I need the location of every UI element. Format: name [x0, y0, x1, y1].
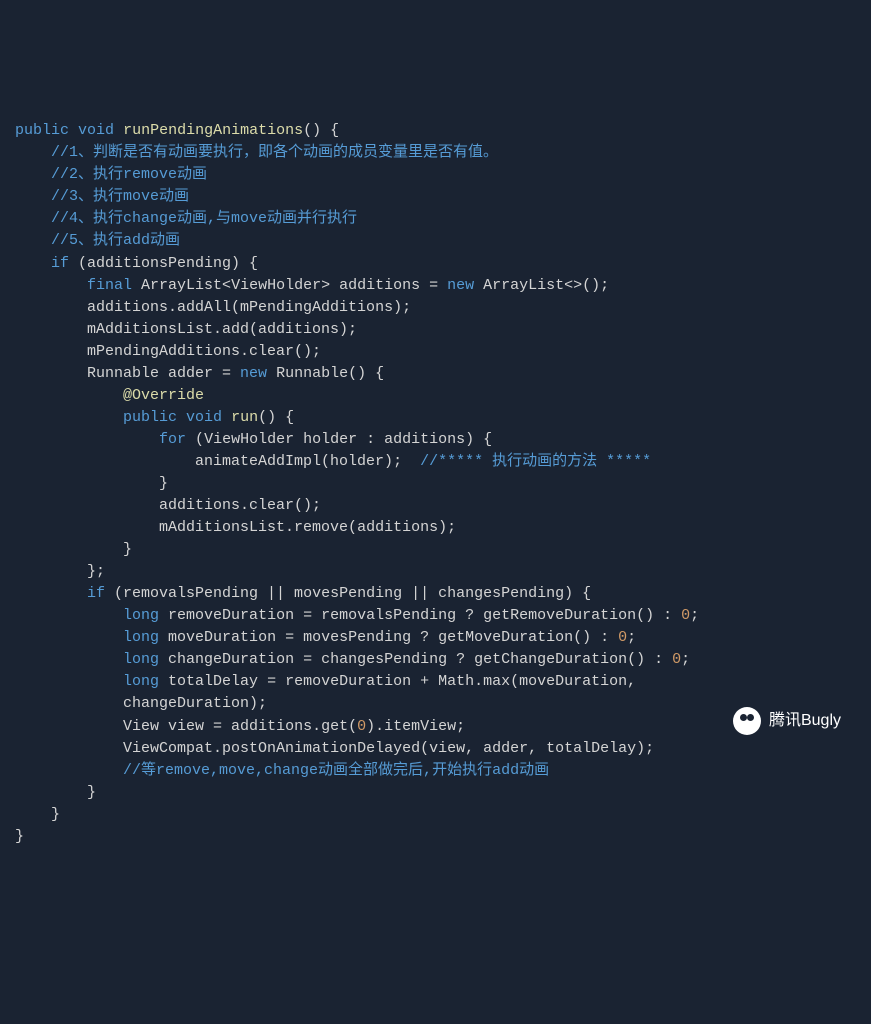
type: View — [123, 718, 159, 735]
keyword-new: new — [240, 365, 267, 382]
comment: //4、执行change动画,与move动画并行执行 — [51, 210, 357, 227]
keyword-public: public — [123, 409, 177, 426]
rest: <>(); — [564, 277, 609, 294]
rest: () { — [258, 409, 294, 426]
stmt: mAdditionsList.remove(additions); — [159, 519, 456, 536]
type: ArrayList — [474, 277, 564, 294]
keyword-public: public — [15, 122, 69, 139]
stmt: additions.addAll(mPendingAdditions); — [87, 299, 411, 316]
number: 0 — [681, 607, 690, 624]
number: 0 — [672, 651, 681, 668]
semi: ; — [627, 629, 636, 646]
semi: ; — [681, 651, 690, 668]
keyword-new: new — [447, 277, 474, 294]
rest: totalDelay = removeDuration + Math.max(m… — [159, 673, 636, 690]
comment: //2、执行remove动画 — [51, 166, 207, 183]
mid: changeDuration = changesPending ? getCha… — [159, 651, 672, 668]
cond: (additionsPending) { — [69, 255, 258, 272]
watermark: 腾讯Bugly — [733, 707, 841, 735]
mid: moveDuration = movesPending ? getMoveDur… — [159, 629, 618, 646]
keyword-for: for — [159, 431, 186, 448]
brace: } — [15, 828, 24, 845]
cond: (removalsPending || movesPending || chan… — [105, 585, 591, 602]
comment: //1、判断是否有动画要执行，即各个动画的成员变量里是否有值。 — [51, 144, 498, 161]
type: ViewHolder — [231, 277, 321, 294]
semi: ; — [690, 607, 699, 624]
type: Runnable — [267, 365, 348, 382]
paren: ( — [186, 431, 204, 448]
rest: ).itemView; — [366, 718, 465, 735]
keyword-long: long — [123, 629, 159, 646]
keyword-long: long — [123, 673, 159, 690]
keyword-void: void — [177, 409, 222, 426]
stmt: mPendingAdditions.clear(); — [87, 343, 321, 360]
generic: < — [222, 277, 231, 294]
keyword-long: long — [123, 607, 159, 624]
watermark-text: 腾讯Bugly — [769, 709, 841, 733]
method-name: run — [222, 409, 258, 426]
brace: } — [87, 784, 96, 801]
comment: //等remove,move,change动画全部做完后,开始执行add动画 — [123, 762, 549, 779]
type: Runnable — [87, 365, 159, 382]
generic: > additions = — [321, 277, 447, 294]
rest: () { — [348, 365, 384, 382]
stmt: additions.clear(); — [159, 497, 321, 514]
number: 0 — [618, 629, 627, 646]
keyword-long: long — [123, 651, 159, 668]
parens: () { — [303, 122, 339, 139]
comment: //3、执行move动画 — [51, 188, 189, 205]
stmt: ViewCompat.postOnAnimationDelayed(view, … — [123, 740, 654, 757]
method-name: runPendingAnimations — [123, 122, 303, 139]
keyword-void: void — [78, 122, 114, 139]
mid: removeDuration = removalsPending ? getRe… — [159, 607, 681, 624]
comment: //***** 执行动画的方法 ***** — [420, 453, 651, 470]
stmt: mAdditionsList.add(additions); — [87, 321, 357, 338]
type: ViewHolder — [204, 431, 294, 448]
brace: } — [51, 806, 60, 823]
code-pre: public void runPendingAnimations() { //1… — [15, 120, 856, 848]
keyword-if: if — [51, 255, 69, 272]
brace: }; — [87, 563, 105, 580]
rest: holder : additions) { — [294, 431, 492, 448]
brace: } — [123, 541, 132, 558]
annotation: @Override — [123, 387, 204, 404]
stmt: changeDuration); — [123, 695, 267, 712]
mid: view = additions.get( — [159, 718, 357, 735]
keyword-final: final — [87, 277, 132, 294]
keyword-if: if — [87, 585, 105, 602]
comment: //5、执行add动画 — [51, 232, 180, 249]
type: ArrayList — [132, 277, 222, 294]
brace: } — [159, 475, 168, 492]
mid: adder = — [159, 365, 240, 382]
wechat-icon — [733, 707, 761, 735]
number: 0 — [357, 718, 366, 735]
code-block: public void runPendingAnimations() { //1… — [15, 98, 856, 870]
call: animateAddImpl(holder); — [195, 453, 420, 470]
